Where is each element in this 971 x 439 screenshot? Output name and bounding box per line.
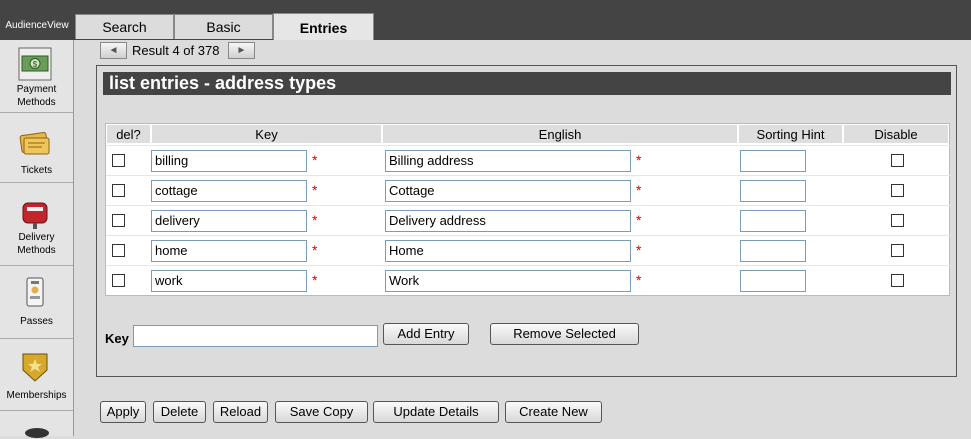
sidebar-item-label: Tickets bbox=[20, 165, 53, 176]
disable-checkbox[interactable] bbox=[891, 274, 904, 287]
delete-checkbox[interactable] bbox=[112, 184, 125, 197]
next-item-icon bbox=[25, 428, 49, 438]
sidebar-item-label: Delivery bbox=[18, 232, 55, 243]
sidebar-item-payment-methods[interactable]: $ Payment Methods bbox=[0, 40, 73, 113]
new-key-input[interactable] bbox=[133, 325, 378, 347]
sorting-hint-field[interactable] bbox=[740, 150, 806, 172]
english-field[interactable]: Work bbox=[385, 270, 631, 292]
remove-selected-button[interactable]: Remove Selected bbox=[490, 323, 639, 345]
sorting-hint-field[interactable] bbox=[740, 240, 806, 262]
top-bar: AudienceView Search Basic Entries bbox=[0, 0, 971, 40]
reload-button[interactable]: Reload bbox=[213, 401, 268, 423]
sidebar-item-label: Methods bbox=[17, 245, 56, 256]
key-field[interactable]: work bbox=[151, 270, 307, 292]
tab-search[interactable]: Search bbox=[75, 14, 174, 39]
key-field[interactable]: delivery bbox=[151, 210, 307, 232]
sidebar-item-label: Passes bbox=[20, 316, 53, 327]
disable-checkbox[interactable] bbox=[891, 214, 904, 227]
table-row: cottage * Cottage * bbox=[106, 175, 951, 205]
disable-checkbox[interactable] bbox=[891, 154, 904, 167]
entries-panel: list entries - address types del? Key En… bbox=[96, 65, 957, 377]
add-entry-button[interactable]: Add Entry bbox=[383, 323, 469, 345]
sidebar-item-passes[interactable]: Passes bbox=[0, 267, 73, 339]
sidebar-item-memberships[interactable]: Memberships bbox=[0, 340, 73, 411]
column-header-disable: Disable bbox=[843, 124, 949, 144]
column-header-sorting-hint: Sorting Hint bbox=[738, 124, 843, 144]
sorting-hint-field[interactable] bbox=[740, 210, 806, 232]
sidebar: $ Payment Methods Tickets Delivery Metho… bbox=[0, 40, 74, 438]
sorting-hint-field[interactable] bbox=[740, 270, 806, 292]
tab-basic[interactable]: Basic bbox=[174, 14, 273, 39]
apply-button[interactable]: Apply bbox=[100, 401, 146, 423]
pass-icon bbox=[26, 277, 44, 307]
save-copy-button[interactable]: Save Copy bbox=[275, 401, 368, 423]
entries-table: del? Key English Sorting Hint Disable bi… bbox=[105, 123, 951, 296]
key-field[interactable]: cottage bbox=[151, 180, 307, 202]
required-marker: * bbox=[636, 152, 642, 168]
new-key-label: Key bbox=[105, 331, 129, 346]
sidebar-item-label: Payment bbox=[16, 84, 57, 95]
english-field[interactable]: Billing address bbox=[385, 150, 631, 172]
delete-checkbox[interactable] bbox=[112, 154, 125, 167]
table-row: billing * Billing address * bbox=[106, 145, 951, 175]
table-row: work * Work * bbox=[106, 265, 951, 295]
required-marker: * bbox=[636, 242, 642, 258]
disable-checkbox[interactable] bbox=[891, 184, 904, 197]
required-marker: * bbox=[636, 212, 642, 228]
column-header-key: Key bbox=[151, 124, 382, 144]
ticket-icon bbox=[19, 132, 50, 155]
next-record-button[interactable]: ► bbox=[228, 42, 255, 59]
english-field[interactable]: Delivery address bbox=[385, 210, 631, 232]
table-row: delivery * Delivery address * bbox=[106, 205, 951, 235]
column-header-delete: del? bbox=[106, 124, 151, 144]
app-brand: AudienceView bbox=[5, 20, 69, 31]
sorting-hint-field[interactable] bbox=[740, 180, 806, 202]
panel-title: list entries - address types bbox=[103, 72, 951, 95]
required-marker: * bbox=[312, 242, 318, 258]
column-header-english: English bbox=[382, 124, 738, 144]
key-field[interactable]: billing bbox=[151, 150, 307, 172]
mailbox-icon bbox=[22, 202, 48, 229]
arrow-left-icon: ◄ bbox=[108, 45, 119, 56]
english-field[interactable]: Home bbox=[385, 240, 631, 262]
delete-button[interactable]: Delete bbox=[153, 401, 206, 423]
money-icon: $ bbox=[18, 47, 52, 81]
required-marker: * bbox=[312, 152, 318, 168]
result-counter: Result 4 of 378 bbox=[132, 43, 220, 58]
table-row: home * Home * bbox=[106, 235, 951, 265]
key-field[interactable]: home bbox=[151, 240, 307, 262]
english-field[interactable]: Cottage bbox=[385, 180, 631, 202]
required-marker: * bbox=[312, 182, 318, 198]
required-marker: * bbox=[312, 272, 318, 288]
required-marker: * bbox=[312, 212, 318, 228]
update-details-button[interactable]: Update Details bbox=[373, 401, 499, 423]
sidebar-item-tickets[interactable]: Tickets bbox=[0, 114, 73, 183]
tab-entries[interactable]: Entries bbox=[273, 13, 374, 40]
sidebar-item-label: Methods bbox=[17, 97, 56, 108]
required-marker: * bbox=[636, 272, 642, 288]
arrow-right-icon: ► bbox=[236, 45, 247, 56]
create-new-button[interactable]: Create New bbox=[505, 401, 602, 423]
sidebar-item-label: Memberships bbox=[6, 390, 67, 401]
delete-checkbox[interactable] bbox=[112, 244, 125, 257]
badge-icon bbox=[22, 353, 48, 382]
delete-checkbox[interactable] bbox=[112, 274, 125, 287]
delete-checkbox[interactable] bbox=[112, 214, 125, 227]
required-marker: * bbox=[636, 182, 642, 198]
disable-checkbox[interactable] bbox=[891, 244, 904, 257]
svg-text:$: $ bbox=[33, 60, 38, 69]
prev-record-button[interactable]: ◄ bbox=[100, 42, 127, 59]
sidebar-item-delivery-methods[interactable]: Delivery Methods bbox=[0, 184, 73, 266]
